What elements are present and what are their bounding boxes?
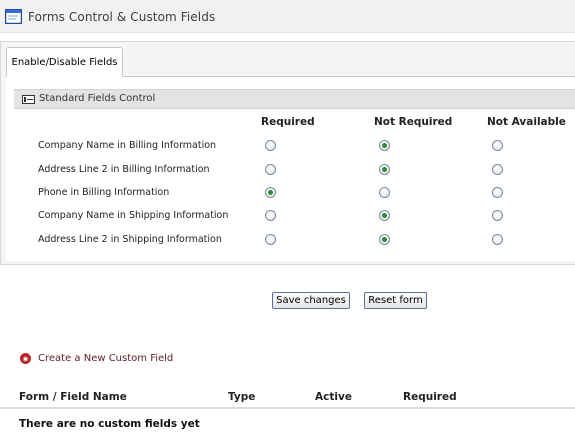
page: Forms Control & Custom Fields Enable/Dis… <box>0 0 575 434</box>
radio-required[interactable] <box>265 210 276 221</box>
row-label: Address Line 2 in Billing Information <box>38 164 210 175</box>
row-label: Company Name in Billing Information <box>38 140 217 151</box>
column-not-available: Not Available <box>487 116 566 128</box>
section-title: Standard Fields Control <box>39 93 156 104</box>
form-field-icon <box>22 95 35 104</box>
radio-not-available[interactable] <box>492 140 503 151</box>
create-custom-field-label: Create a New Custom Field <box>38 352 174 364</box>
radio-required[interactable] <box>265 140 276 151</box>
radio-required[interactable] <box>265 234 276 245</box>
window-icon <box>5 9 22 24</box>
reset-form-button[interactable]: Reset form <box>364 292 427 309</box>
add-field-icon <box>20 352 31 364</box>
column-required: Required <box>261 116 315 128</box>
header-active: Active <box>315 391 352 403</box>
radio-not-available[interactable] <box>492 210 503 221</box>
row-label: Address Line 2 in Shipping Information <box>38 234 222 245</box>
row-label: Phone in Billing Information <box>38 187 170 198</box>
page-header: Forms Control & Custom Fields <box>0 0 575 33</box>
header-required: Required <box>403 391 457 403</box>
radio-not-required[interactable] <box>379 140 390 151</box>
table-divider <box>0 407 575 409</box>
radio-required[interactable] <box>265 187 276 198</box>
radio-not-available[interactable] <box>492 234 503 245</box>
radio-required[interactable] <box>265 164 276 175</box>
page-title: Forms Control & Custom Fields <box>28 10 216 24</box>
radio-not-required[interactable] <box>379 210 390 221</box>
empty-state-message: There are no custom fields yet <box>19 418 200 430</box>
row-label: Company Name in Shipping Information <box>38 210 229 221</box>
section-header: Standard Fields Control <box>14 89 575 109</box>
radio-not-available[interactable] <box>492 187 503 198</box>
column-not-required: Not Required <box>374 116 453 128</box>
radio-not-required[interactable] <box>379 187 390 198</box>
radio-not-required[interactable] <box>379 164 390 175</box>
header-type: Type <box>228 391 256 403</box>
radio-not-available[interactable] <box>492 164 503 175</box>
create-custom-field-link[interactable]: Create a New Custom Field <box>19 350 173 366</box>
save-changes-button[interactable]: Save changes <box>272 292 350 309</box>
fields-panel: Enable/Disable Fields Standard Fields Co… <box>0 41 575 265</box>
tab-enable-disable-fields[interactable]: Enable/Disable Fields <box>6 47 123 77</box>
header-form-field-name: Form / Field Name <box>19 391 127 403</box>
radio-not-required[interactable] <box>379 234 390 245</box>
